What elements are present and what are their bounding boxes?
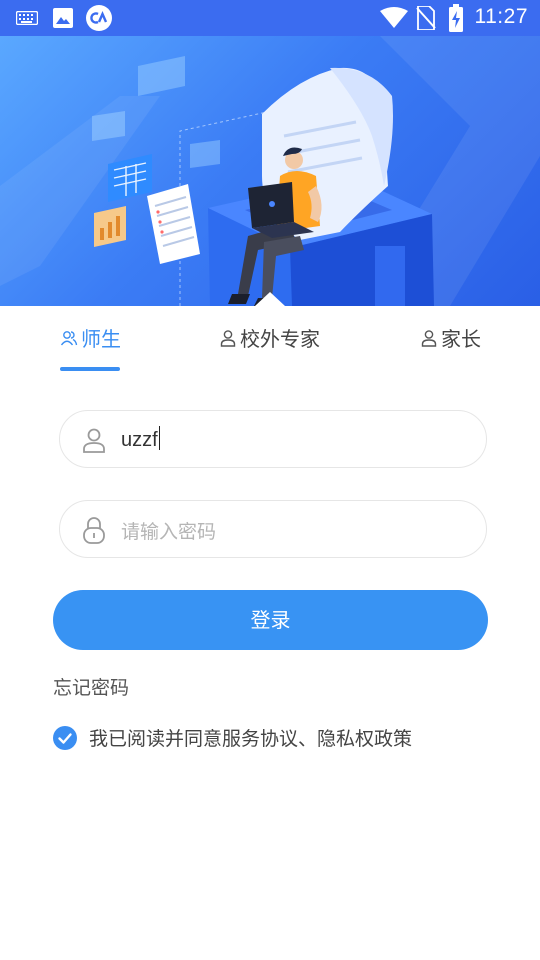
image-icon xyxy=(53,8,73,28)
checkmark-icon xyxy=(58,732,72,744)
tab-parent[interactable]: 家长 xyxy=(420,323,481,352)
password-field[interactable]: 请输入密码 xyxy=(59,500,487,558)
battery-charging-icon xyxy=(449,4,463,32)
user-icon xyxy=(421,329,437,347)
lock-icon xyxy=(83,517,105,544)
wifi-icon xyxy=(380,7,408,28)
agreement-checkbox[interactable] xyxy=(53,725,77,750)
password-placeholder: 请输入密码 xyxy=(121,521,217,543)
username-value: uzzf xyxy=(121,426,160,452)
user-icon xyxy=(220,329,236,347)
agreement-text[interactable]: 我已阅读并同意服务协议、隐私权政策 xyxy=(89,724,412,751)
tab-external-expert[interactable]: 校外专家 xyxy=(219,323,320,352)
status-bar: 11:27 xyxy=(0,0,540,36)
login-button[interactable]: 登录 xyxy=(53,590,488,650)
forgot-password-link[interactable]: 忘记密码 xyxy=(53,673,129,700)
app-logo-icon xyxy=(86,5,112,31)
banner-illustration xyxy=(0,36,540,306)
tab-label: 师生 xyxy=(81,327,121,351)
agreement-row: 我已阅读并同意服务协议、隐私权政策 xyxy=(53,724,412,751)
tab-label: 家长 xyxy=(441,327,481,351)
text-cursor xyxy=(158,426,160,450)
user-icon xyxy=(83,428,105,453)
active-tab-indicator xyxy=(60,367,120,371)
person-with-laptop-illustration xyxy=(0,36,540,306)
tab-teacher-student[interactable]: 师生 xyxy=(60,323,121,352)
keyboard-icon xyxy=(16,11,38,25)
tab-label: 校外专家 xyxy=(240,327,320,351)
clock: 11:27 xyxy=(474,5,528,28)
group-user-icon xyxy=(60,330,78,345)
no-sim-icon xyxy=(416,6,436,30)
username-field[interactable]: uzzf xyxy=(59,410,487,468)
